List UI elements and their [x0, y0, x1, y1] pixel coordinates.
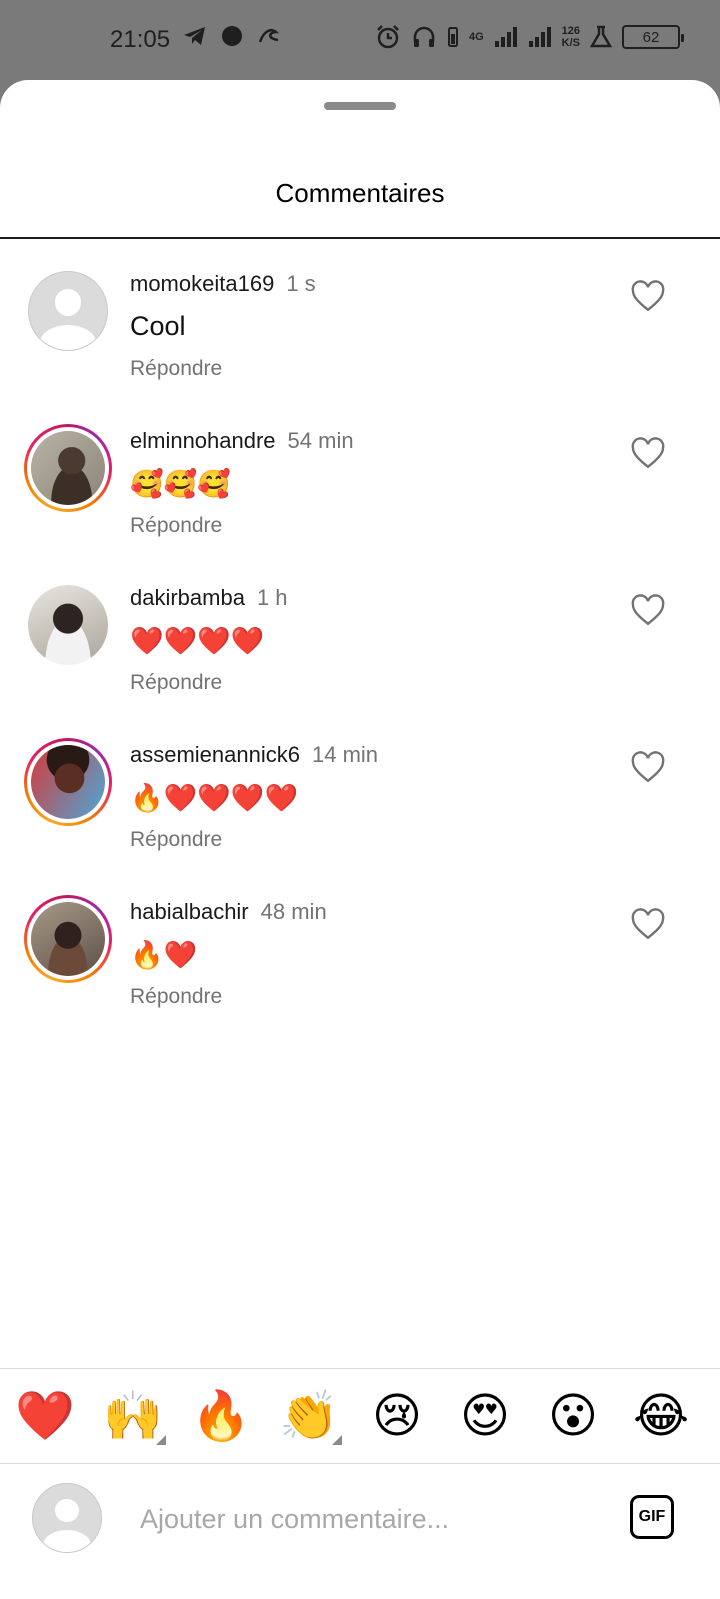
comment-username[interactable]: dakirbamba [130, 585, 245, 610]
skin-tone-indicator [156, 1435, 166, 1445]
battery-saver-icon [447, 27, 458, 47]
comment-text: 🥰🥰🥰 [130, 469, 231, 499]
status-bar: 21:05 4G 126 K/S 62 [0, 0, 720, 80]
app-notification-icon [258, 28, 280, 43]
comment-header: momokeita169 1 s [130, 271, 316, 297]
default-avatar-icon [28, 271, 108, 351]
battery-indicator: 62 [622, 25, 684, 49]
comment-text: Cool [130, 311, 186, 341]
comment-item: dakirbamba 1 h ❤️❤️❤️❤️ Répondre [0, 569, 720, 719]
gif-button[interactable]: GIF [630, 1495, 674, 1539]
comment-item: elminnohandre 54 min 🥰🥰🥰 Répondre [0, 412, 720, 562]
status-time: 21:05 [110, 26, 171, 53]
system-icons: 4G 126 K/S 62 [375, 24, 684, 50]
alarm-icon [377, 25, 399, 49]
comment-time: 1 h [256, 585, 288, 610]
comment-username[interactable]: assemienannick6 [130, 742, 300, 767]
reply-button[interactable]: Répondre [130, 357, 222, 381]
user-photo [31, 902, 105, 976]
user-photo [31, 745, 105, 819]
comment-username[interactable]: momokeita169 [130, 271, 274, 296]
comment-text: 🔥❤️❤️❤️❤️ [130, 783, 299, 813]
comment-composer: GIF [0, 1465, 720, 1599]
dot-icon [222, 26, 242, 46]
signal-icon-2 [528, 27, 551, 47]
comment-header: dakirbamba 1 h [130, 585, 288, 611]
flask-icon [590, 25, 612, 48]
reply-button[interactable]: Répondre [130, 514, 222, 538]
avatar[interactable] [24, 424, 112, 512]
user-photo [31, 431, 105, 505]
drag-handle[interactable] [324, 102, 396, 110]
comment-header: assemienannick6 14 min [130, 742, 378, 768]
comment-input[interactable] [140, 1497, 600, 1541]
comment-time: 1 s [286, 271, 316, 296]
avatar[interactable] [24, 581, 112, 669]
skin-tone-indicator [332, 1435, 342, 1445]
comment-text: ❤️❤️❤️❤️ [130, 626, 265, 656]
like-heart-icon[interactable] [630, 750, 666, 786]
emoji-clap-button[interactable]: 👏 [276, 1383, 342, 1449]
emoji-heart-eyes-button[interactable]: 😍 [452, 1383, 518, 1449]
user-photo [28, 585, 108, 665]
avatar[interactable] [24, 895, 112, 983]
emoji-raised-hands-button[interactable]: 🙌 [100, 1383, 166, 1449]
reply-button[interactable]: Répondre [130, 985, 222, 1009]
emoji-crying-button[interactable]: 😢 [364, 1383, 430, 1449]
current-user-avatar [32, 1483, 102, 1553]
comment-time: 14 min [311, 742, 379, 767]
comment-header: elminnohandre 54 min [130, 428, 354, 454]
comment-text: 🔥❤️ [130, 940, 198, 970]
comment-time: 48 min [260, 899, 327, 924]
reply-button[interactable]: Répondre [130, 671, 222, 695]
sheet-title: Commentaires [275, 178, 445, 208]
notification-icons [182, 24, 282, 48]
comment-username[interactable]: elminnohandre [130, 428, 276, 453]
avatar[interactable] [24, 267, 112, 355]
emoji-laughing-button[interactable]: 😂 [628, 1383, 694, 1449]
emoji-fire-button[interactable]: 🔥 [188, 1383, 254, 1449]
emoji-heart-button[interactable]: ❤️ [12, 1383, 78, 1449]
divider [0, 237, 720, 239]
telegram-icon [184, 27, 205, 45]
comment-time: 54 min [287, 428, 354, 453]
comment-username[interactable]: habialbachir [130, 899, 249, 924]
comment-header: habialbachir 48 min [130, 899, 327, 925]
emoji-reaction-bar: ❤️ 🙌 🔥 👏 😢 😍 😮 😂 [0, 1368, 720, 1464]
avatar[interactable] [24, 738, 112, 826]
reply-button[interactable]: Répondre [130, 828, 222, 852]
like-heart-icon[interactable] [630, 436, 666, 472]
like-heart-icon[interactable] [630, 907, 666, 943]
headphones-icon [413, 26, 435, 47]
comment-item: momokeita169 1 s Cool Répondre [0, 255, 720, 405]
emoji-surprised-button[interactable]: 😮 [540, 1383, 606, 1449]
network-type: 4G [468, 31, 484, 43]
comment-item: habialbachir 48 min 🔥❤️ Répondre [0, 883, 720, 1033]
comment-item: assemienannick6 14 min 🔥❤️❤️❤️❤️ Répondre [0, 726, 720, 876]
network-speed: 126 K/S [561, 25, 580, 49]
signal-icon [494, 27, 517, 47]
like-heart-icon[interactable] [630, 593, 666, 629]
like-heart-icon[interactable] [630, 279, 666, 315]
